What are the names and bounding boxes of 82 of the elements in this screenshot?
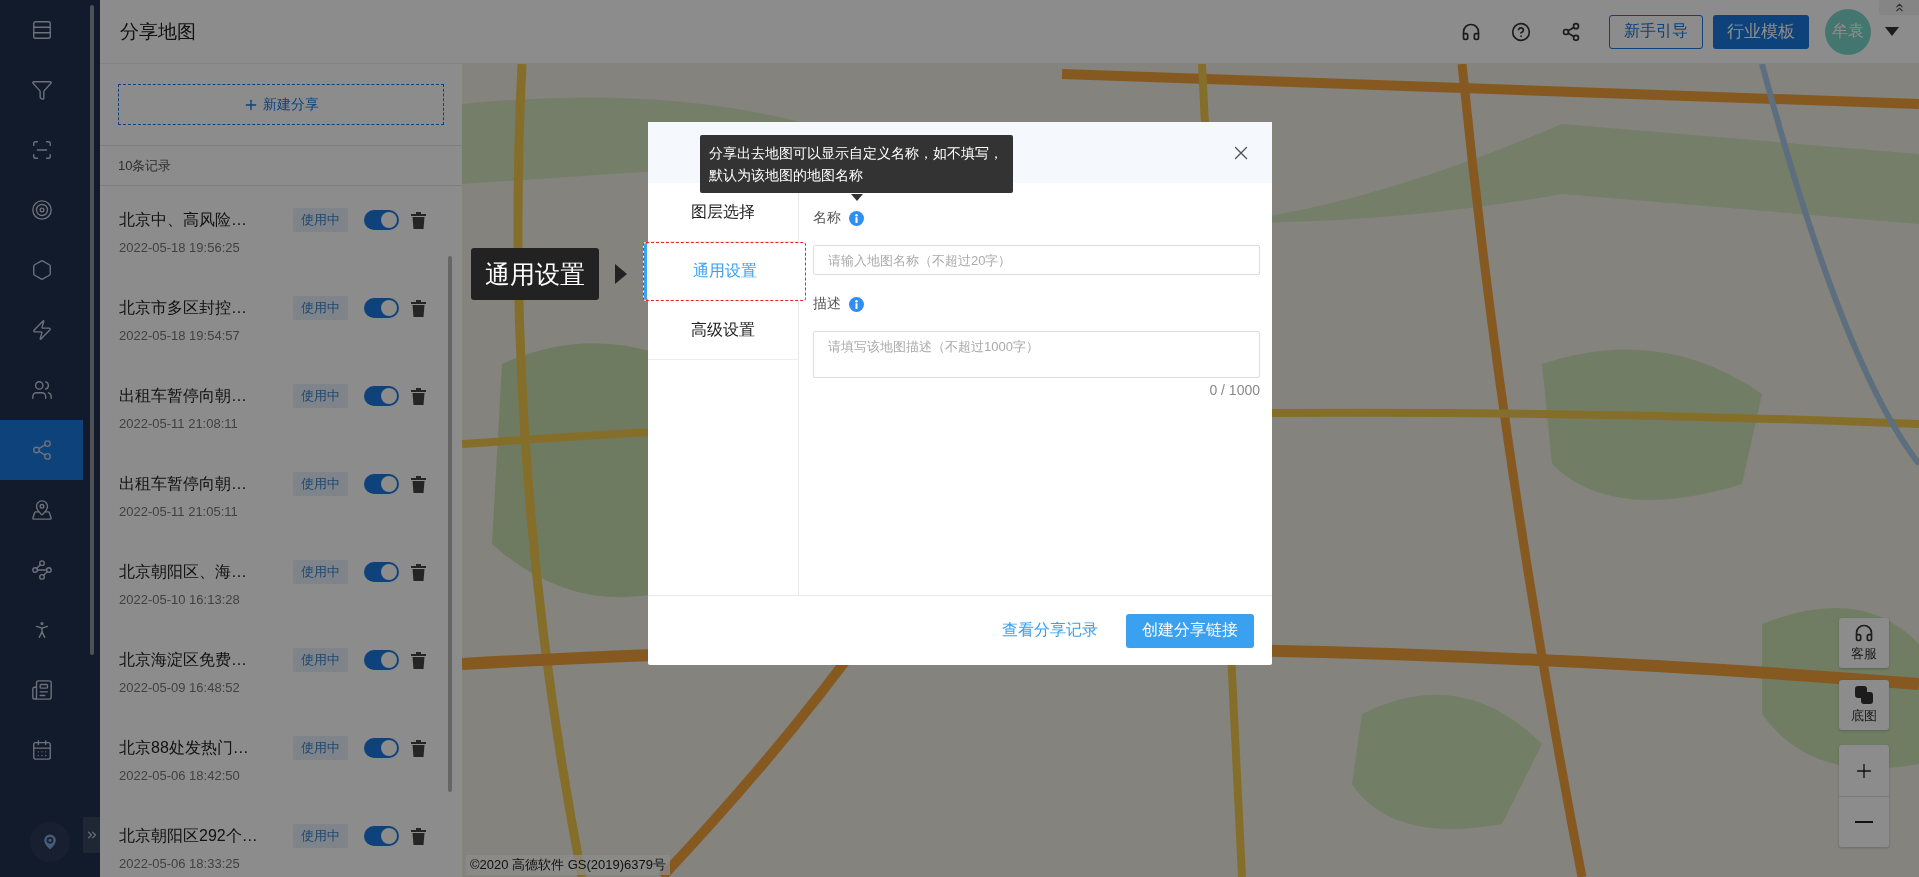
tooltip: 分享出去地图可以显示自定义名称，如不填写，默认为该地图的地图名称 <box>700 135 1013 193</box>
map-pin-button[interactable] <box>30 822 70 862</box>
trash-icon[interactable] <box>411 211 426 229</box>
users-icon <box>30 379 53 401</box>
info-icon[interactable] <box>849 296 864 312</box>
share-time: 2022-05-06 18:42:50 <box>119 768 241 783</box>
trash-icon[interactable] <box>411 827 426 845</box>
minus-icon <box>1855 821 1873 823</box>
expand-button[interactable] <box>83 817 100 853</box>
share-title[interactable]: 出租车暂停向朝… <box>119 385 281 407</box>
trash-icon[interactable] <box>411 739 426 757</box>
share-title[interactable]: 北京88处发热门… <box>119 737 281 759</box>
service-button[interactable]: 客服 <box>1839 618 1889 668</box>
basemap-button[interactable]: 底图 <box>1839 680 1889 730</box>
toggle-switch[interactable] <box>364 562 399 582</box>
trash-icon[interactable] <box>411 475 426 493</box>
share-time: 2022-05-09 16:48:52 <box>119 680 241 695</box>
template-button[interactable]: 行业模板 <box>1713 14 1809 49</box>
share-title[interactable]: 北京中、高风险… <box>119 209 281 231</box>
toggle-switch[interactable] <box>364 298 399 318</box>
trash-icon[interactable] <box>411 563 426 581</box>
settings-tab[interactable]: 通用设置 <box>643 242 806 301</box>
share-title[interactable]: 北京朝阳区292个… <box>119 825 281 847</box>
description-field[interactable]: 请填写该地图描述（不超过1000字） <box>813 331 1260 378</box>
info-icon[interactable] <box>849 210 864 226</box>
headset-icon <box>1854 623 1874 643</box>
nodes-icon <box>30 559 53 581</box>
map-pin-icon <box>30 499 53 521</box>
trash-icon[interactable] <box>411 299 426 317</box>
help-icon[interactable] <box>1511 21 1531 42</box>
toggle-switch[interactable] <box>364 650 399 670</box>
lightning-icon <box>30 319 53 341</box>
share-time: 2022-05-11 21:05:11 <box>119 504 239 519</box>
toggle-switch[interactable] <box>364 738 399 758</box>
history-link[interactable]: 查看分享记录 <box>1002 620 1098 641</box>
share-title[interactable]: 北京海淀区免费… <box>119 649 281 671</box>
collapse-button[interactable] <box>1879 0 1919 15</box>
toggle-switch[interactable] <box>364 386 399 406</box>
share-title[interactable]: 出租车暂停向朝… <box>119 473 281 495</box>
hexagon-icon <box>30 259 53 281</box>
share-icon <box>30 439 53 461</box>
page-title: 分享地图 <box>120 19 196 44</box>
char-counter: 0 / 1000 <box>1209 382 1260 398</box>
share-time: 2022-05-18 19:56:25 <box>119 240 241 255</box>
status-tag: 使用中 <box>293 208 348 232</box>
name-field[interactable]: 请输入地图名称（不超过20字） <box>813 245 1260 275</box>
share-time: 2022-05-10 16:13:28 <box>119 592 241 607</box>
status-tag: 使用中 <box>293 296 348 320</box>
filter-icon <box>30 79 53 101</box>
trash-icon[interactable] <box>411 651 426 669</box>
record-count: 10条记录 <box>100 146 462 186</box>
share-time: 2022-05-18 19:54:57 <box>119 328 241 343</box>
calendar-icon <box>30 739 53 761</box>
status-tag: 使用中 <box>293 736 348 760</box>
share-time: 2022-05-11 21:08:11 <box>119 416 239 431</box>
status-tag: 使用中 <box>293 472 348 496</box>
share-title[interactable]: 北京朝阳区、海… <box>119 561 281 583</box>
layers-icon <box>1854 685 1874 705</box>
caret-icon[interactable] <box>1885 27 1899 36</box>
target-icon <box>30 199 53 221</box>
status-tag: 使用中 <box>293 824 348 848</box>
share-title[interactable]: 北京市多区封控… <box>119 297 281 319</box>
trash-icon[interactable] <box>411 387 426 405</box>
status-tag: 使用中 <box>293 648 348 672</box>
headset-icon[interactable] <box>1461 21 1481 42</box>
toggle-switch[interactable] <box>364 474 399 494</box>
tooltip-arrow <box>851 194 863 201</box>
toggle-switch[interactable] <box>364 210 399 230</box>
pointer-icon <box>615 264 627 284</box>
guide-button[interactable]: 新手引导 <box>1609 14 1703 49</box>
field-label: 描述 <box>813 295 841 313</box>
share-time: 2022-05-06 18:33:25 <box>119 856 241 871</box>
new-share-button[interactable]: 新建分享 <box>118 84 444 125</box>
table-icon <box>30 19 53 41</box>
toggle-switch[interactable] <box>364 826 399 846</box>
field-label: 名称 <box>813 209 841 227</box>
share-icon[interactable] <box>1561 21 1581 42</box>
document-icon <box>30 679 53 701</box>
status-tag: 使用中 <box>293 560 348 584</box>
map-attribution: ©2020 高德软件 GS(2019)6379号 <box>466 855 670 875</box>
guide-popover: 通用设置 <box>471 248 599 300</box>
status-tag: 使用中 <box>293 384 348 408</box>
